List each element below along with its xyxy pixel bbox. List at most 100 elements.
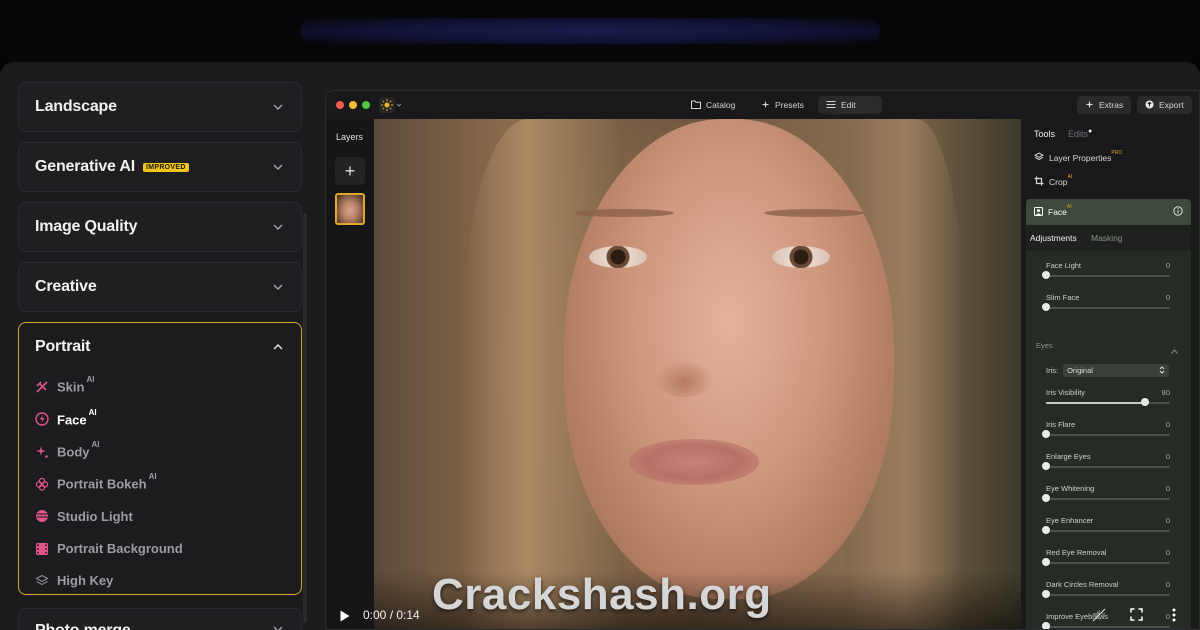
menu-item-label: Body AI — [57, 440, 100, 460]
photo-eye-left — [589, 246, 647, 268]
watermark-text: Crackshash.org — [432, 570, 772, 619]
menu-item-studio-light[interactable]: Studio Light — [35, 500, 285, 532]
iris-value: Original — [1067, 366, 1093, 375]
iris-dropdown[interactable]: Original — [1063, 364, 1170, 377]
portrait-items: Skin AI Face AI Body AI Portrait Bokeh AI St… — [19, 371, 301, 607]
accordion-title: Generative AI — [35, 158, 135, 175]
slider-value: 0 — [1165, 484, 1170, 493]
edit-tab[interactable]: Edit — [818, 96, 882, 114]
minimize-window-button[interactable] — [349, 101, 357, 109]
export-button[interactable]: Export — [1137, 96, 1192, 114]
menu-item-portrait-background[interactable]: Portrait Background — [35, 532, 285, 564]
slider-track[interactable] — [1046, 307, 1170, 309]
accordion-title: Image Quality — [35, 218, 138, 235]
slider-knob[interactable] — [1042, 271, 1050, 279]
presets-label: Presets — [775, 100, 804, 110]
slider-track[interactable] — [1046, 562, 1170, 564]
accordion-landscape[interactable]: Landscape — [18, 82, 302, 132]
accordion-photo-merge[interactable]: Photo merge — [18, 608, 302, 630]
accordion-header[interactable]: Image Quality — [19, 203, 301, 251]
slider-track[interactable] — [1046, 530, 1170, 532]
accordion-header[interactable]: Photo merge — [19, 609, 301, 630]
slider-track[interactable] — [1046, 466, 1170, 468]
slider-track[interactable] — [1046, 594, 1170, 596]
slider-knob[interactable] — [1042, 303, 1050, 311]
slider-value: 0 — [1165, 261, 1170, 270]
play-button[interactable] — [340, 609, 350, 627]
menu-item-label: Portrait Bokeh AI — [57, 472, 157, 492]
film-strip-icon — [35, 542, 49, 556]
extras-button[interactable]: Extras — [1077, 96, 1132, 114]
presets-tab[interactable]: Presets — [753, 96, 812, 114]
mute-icon[interactable] — [1092, 608, 1106, 627]
maximize-window-button[interactable] — [362, 101, 370, 109]
slider-knob[interactable] — [1042, 526, 1050, 534]
bokeh-flower-icon — [35, 477, 49, 491]
left-scrollbar[interactable] — [303, 213, 307, 623]
face-bolt-icon — [35, 412, 49, 427]
slider-knob[interactable] — [1042, 430, 1050, 438]
slider-knob[interactable] — [1042, 558, 1050, 566]
photo-canvas[interactable] — [374, 119, 1021, 629]
chevron-down-icon — [271, 280, 285, 294]
adjustments-tab[interactable]: Adjustments — [1030, 233, 1077, 243]
more-options-icon[interactable] — [1172, 608, 1176, 627]
edits-tab[interactable]: Edits● — [1068, 128, 1092, 139]
slider-label: Slim Face — [1046, 293, 1080, 302]
improved-badge: IMPROVED — [142, 162, 189, 172]
app-window: Catalog Presets Edit Extras Export Layer… — [325, 90, 1200, 630]
slider-track[interactable] — [1046, 498, 1170, 500]
menu-item-face[interactable]: Face AI — [35, 403, 285, 435]
skin-brush-icon — [35, 380, 49, 394]
export-label: Export — [1159, 100, 1184, 110]
accordion-header[interactable]: Landscape — [19, 83, 301, 131]
add-layer-button[interactable]: + — [335, 157, 365, 185]
accordion-creative[interactable]: Creative — [18, 262, 302, 312]
slider-knob[interactable] — [1042, 590, 1050, 598]
accordion-header[interactable]: Generative AI IMPROVED — [19, 143, 301, 191]
crop-item[interactable]: CropAI — [1034, 174, 1072, 188]
masking-tab[interactable]: Masking — [1091, 233, 1123, 243]
tools-tab[interactable]: Tools — [1034, 129, 1055, 139]
layers-icon — [35, 574, 49, 588]
slider-value: 0 — [1165, 580, 1170, 589]
slider-knob[interactable] — [1042, 622, 1050, 629]
fullscreen-icon[interactable] — [1130, 608, 1143, 626]
accordion-portrait[interactable]: Portrait Skin AI Face AI Body AI Portrait B… — [18, 322, 302, 595]
menu-item-label: High Key — [57, 573, 114, 589]
slider-track[interactable] — [1046, 434, 1170, 436]
slider-fill — [1046, 402, 1146, 404]
photo-brow-right — [764, 209, 864, 217]
slider-value: 80 — [1161, 388, 1170, 397]
slider-label: Eye Enhancer — [1046, 516, 1094, 525]
layer-properties-item[interactable]: Layer PropertiesPRO — [1034, 150, 1122, 164]
accordion-image-quality[interactable]: Image Quality — [18, 202, 302, 252]
catalog-tab[interactable]: Catalog — [683, 96, 743, 114]
face-tool-header[interactable]: FaceAI — [1026, 199, 1191, 225]
layers-panel: Layers + — [326, 119, 374, 629]
chevron-up-icon[interactable] — [1171, 341, 1178, 359]
chevron-down-icon — [271, 220, 285, 234]
info-icon[interactable] — [1173, 206, 1183, 218]
slider-knob[interactable] — [1042, 462, 1050, 470]
menu-item-skin[interactable]: Skin AI — [35, 371, 285, 403]
menu-item-portrait-bokeh[interactable]: Portrait Bokeh AI — [35, 468, 285, 500]
accordion-generative-ai[interactable]: Generative AI IMPROVED — [18, 142, 302, 192]
sparkle-icon — [1085, 100, 1094, 111]
slider-track[interactable] — [1046, 275, 1170, 277]
slider-label: Face Light — [1046, 261, 1082, 270]
portrait-frame-icon — [1034, 206, 1043, 218]
menu-item-body[interactable]: Body AI — [35, 436, 285, 468]
menu-item-high-key[interactable]: High Key — [35, 565, 285, 597]
slider-knob[interactable] — [1042, 494, 1050, 502]
photo-lips — [629, 439, 759, 485]
layer-thumbnail[interactable] — [335, 193, 365, 225]
slider-value: 0 — [1165, 548, 1170, 557]
iris-label: Iris: — [1046, 366, 1059, 375]
accordion-header[interactable]: Creative — [19, 263, 301, 311]
app-logo-icon[interactable] — [379, 97, 402, 118]
close-window-button[interactable] — [336, 101, 344, 109]
accordion-header[interactable]: Portrait — [19, 323, 301, 371]
slider-track[interactable] — [1046, 626, 1170, 628]
slider-knob[interactable] — [1141, 398, 1150, 406]
